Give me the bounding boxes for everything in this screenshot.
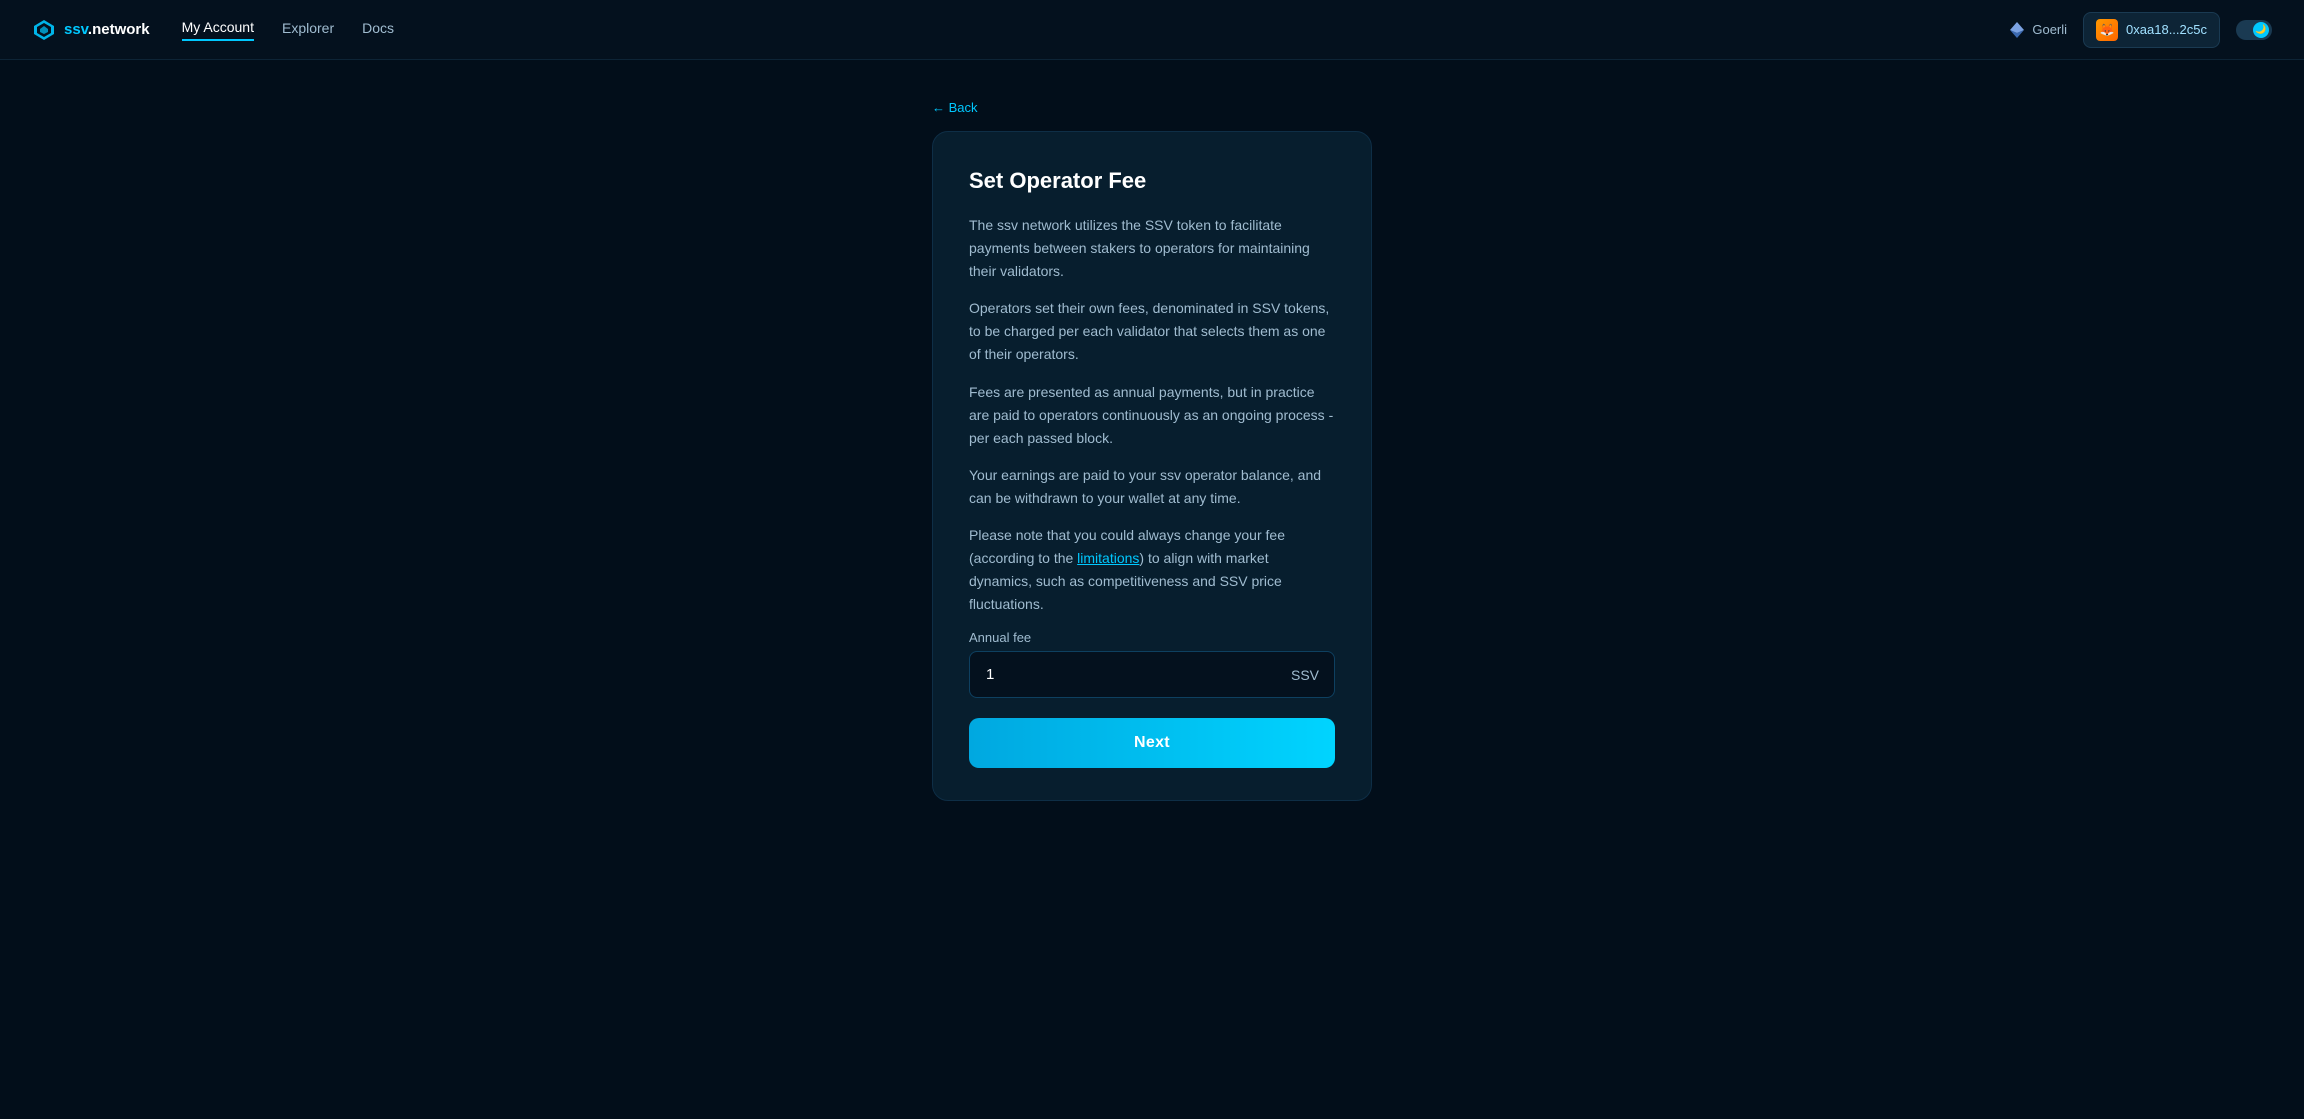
logo-icon bbox=[32, 18, 56, 42]
nav-link-explorer[interactable]: Explorer bbox=[282, 20, 334, 40]
navbar-left: ssv.network My Account Explorer Docs bbox=[32, 18, 394, 42]
wallet-address: 0xaa18...2c5c bbox=[2126, 22, 2207, 37]
theme-toggle-circle: 🌙 bbox=[2253, 22, 2269, 38]
network-name: Goerli bbox=[2032, 22, 2067, 37]
network-badge: Goerli bbox=[2008, 21, 2067, 39]
nav-link-my-account[interactable]: My Account bbox=[182, 19, 254, 41]
limitations-link[interactable]: limitations bbox=[1077, 550, 1139, 566]
card-paragraph-1: The ssv network utilizes the SSV token t… bbox=[969, 214, 1335, 283]
card-paragraph-4: Your earnings are paid to your ssv opera… bbox=[969, 464, 1335, 510]
annual-fee-label: Annual fee bbox=[969, 630, 1335, 645]
nav-links: My Account Explorer Docs bbox=[182, 19, 394, 41]
annual-fee-form: Annual fee SSV Next bbox=[969, 630, 1335, 768]
back-link-container: ← Back bbox=[932, 100, 1372, 115]
card-paragraph-3: Fees are presented as annual payments, b… bbox=[969, 381, 1335, 450]
card-paragraph-2: Operators set their own fees, denominate… bbox=[969, 297, 1335, 366]
card-title: Set Operator Fee bbox=[969, 168, 1335, 194]
wallet-badge[interactable]: 🦊 0xaa18...2c5c bbox=[2083, 12, 2220, 48]
back-link[interactable]: ← Back bbox=[932, 100, 1372, 115]
set-operator-fee-card: Set Operator Fee The ssv network utilize… bbox=[932, 131, 1372, 801]
theme-toggle[interactable]: 🌙 bbox=[2236, 20, 2272, 40]
card-paragraph-5: Please note that you could always change… bbox=[969, 524, 1335, 616]
logo-area[interactable]: ssv.network bbox=[32, 18, 150, 42]
nav-link-docs[interactable]: Docs bbox=[362, 20, 394, 40]
annual-fee-input[interactable] bbox=[969, 651, 1335, 698]
annual-fee-input-wrapper: SSV bbox=[969, 651, 1335, 698]
next-button[interactable]: Next bbox=[969, 718, 1335, 768]
eth-icon bbox=[2008, 21, 2026, 39]
navbar-right: Goerli 🦊 0xaa18...2c5c 🌙 bbox=[2008, 12, 2272, 48]
wallet-avatar: 🦊 bbox=[2096, 19, 2118, 41]
logo-text: ssv.network bbox=[64, 21, 150, 38]
navbar: ssv.network My Account Explorer Docs Goe… bbox=[0, 0, 2304, 60]
page-content: ← Back Set Operator Fee The ssv network … bbox=[0, 60, 2304, 1059]
